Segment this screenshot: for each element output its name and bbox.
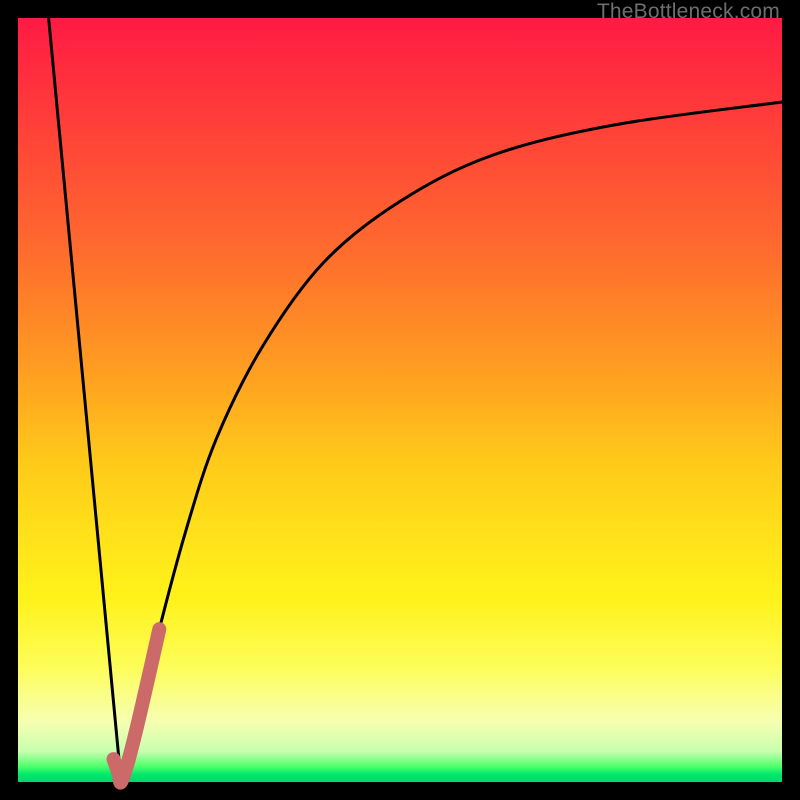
main-curve	[121, 102, 782, 782]
chart-frame: TheBottleneck.com	[0, 0, 800, 800]
plot-area	[18, 18, 782, 782]
highlight-segment	[114, 629, 160, 782]
curve-layer	[18, 18, 782, 782]
left-descent-line	[49, 18, 122, 782]
